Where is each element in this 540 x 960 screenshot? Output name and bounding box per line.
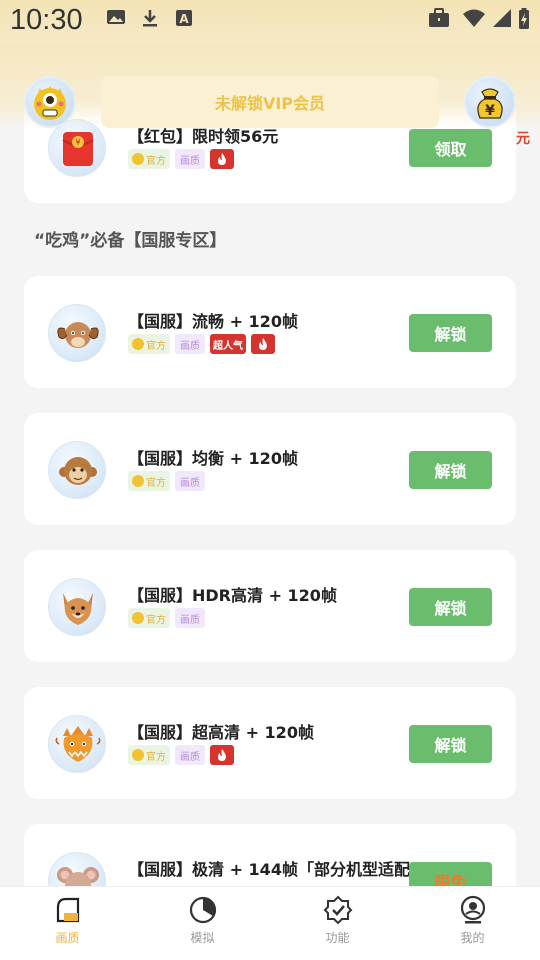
- tag-row: 官方 画质: [128, 745, 234, 765]
- card-title: 【国服】超高清 + 120帧: [128, 723, 314, 742]
- nav-item-quality[interactable]: 画质: [0, 887, 135, 960]
- nav-label: 我的: [460, 931, 485, 945]
- dog-icon: [63, 593, 93, 625]
- quality-tag: 画质: [175, 149, 205, 169]
- official-tag-label: 官方: [146, 477, 166, 489]
- official-badge-icon: [132, 475, 144, 487]
- ram-icon: [57, 322, 99, 348]
- unlock-button[interactable]: 解锁: [409, 451, 492, 489]
- svg-text:¥: ¥: [485, 103, 495, 119]
- monkey-icon-wrap: [48, 441, 106, 499]
- card-title: 【国服】HDR高清 + 120帧: [128, 586, 337, 605]
- section-title: “吃鸡”必备【国服专区】: [34, 231, 227, 251]
- flame-icon: [218, 153, 226, 165]
- official-tag-label: 官方: [146, 614, 166, 626]
- nav-item-functions[interactable]: 功能: [270, 887, 405, 960]
- official-badge-icon: [132, 338, 144, 350]
- popular-tag: 超人气: [210, 334, 246, 354]
- nav-item-mine[interactable]: 我的: [405, 887, 540, 960]
- signal-icon: [493, 9, 511, 27]
- official-badge-icon: [132, 153, 144, 165]
- mascot-icon: [34, 86, 66, 120]
- dog-icon-wrap: [48, 578, 106, 636]
- vip-banner[interactable]: 未解锁VIP会员: [101, 76, 439, 128]
- svg-text:A: A: [179, 12, 189, 26]
- money-bag-icon: ¥: [477, 88, 503, 119]
- official-tag: 官方: [128, 608, 170, 628]
- flame-icon: [218, 749, 226, 761]
- preset-card[interactable]: 【国服】超高清 + 120帧 官方 画质 解锁: [24, 687, 516, 799]
- official-tag: 官方: [128, 334, 170, 354]
- official-tag: 官方: [128, 149, 170, 169]
- card-title: 【国服】极清 + 144帧「部分机型适配」: [128, 860, 426, 879]
- nav-label: 模拟: [190, 931, 215, 945]
- monkey-icon: [59, 457, 97, 485]
- quality-icon: [56, 897, 79, 923]
- battery-icon: [519, 8, 529, 29]
- unlock-button[interactable]: 解锁: [409, 314, 492, 352]
- quality-tag: 画质: [175, 471, 205, 491]
- preset-card[interactable]: 【国服】流畅 + 120帧 官方 画质 超人气 解锁: [24, 276, 516, 388]
- preset-card[interactable]: 【国服】HDR高清 + 120帧 官方 画质 解锁: [24, 550, 516, 662]
- unlock-button[interactable]: 解锁: [409, 725, 492, 763]
- quality-tag: 画质: [175, 608, 205, 628]
- card-title: 【国服】均衡 + 120帧: [128, 449, 298, 468]
- official-tag: 官方: [128, 745, 170, 765]
- avatar[interactable]: [24, 76, 76, 128]
- dragon-icon: [55, 726, 101, 762]
- tag-row: 官方 画质 超人气: [128, 334, 275, 354]
- ram-icon-wrap: [48, 304, 106, 362]
- official-tag-label: 官方: [146, 155, 166, 167]
- official-tag: 官方: [128, 471, 170, 491]
- svg-text:¥: ¥: [75, 138, 80, 147]
- money-bag-button[interactable]: ¥: [464, 76, 516, 128]
- hot-tag: [210, 149, 234, 169]
- hot-tag: [210, 745, 234, 765]
- vip-status-text: 未解锁VIP会员: [214, 94, 326, 113]
- tag-row: 官方 画质: [128, 149, 234, 169]
- official-tag-label: 官方: [146, 751, 166, 763]
- hot-tag: [251, 334, 275, 354]
- header: 未解锁VIP会员 ¥: [0, 74, 540, 130]
- bottom-nav: 画质 模拟 功能 我的: [0, 886, 540, 960]
- dragon-icon-wrap: [48, 715, 106, 773]
- official-badge-icon: [132, 749, 144, 761]
- status-time: 10:30: [10, 4, 83, 36]
- yuan-suffix-text: 元: [516, 131, 530, 147]
- nav-label: 功能: [325, 931, 350, 945]
- official-tag-label: 官方: [146, 340, 166, 352]
- card-title: 【国服】流畅 + 120帧: [128, 312, 298, 331]
- download-icon: [143, 10, 157, 27]
- preset-card[interactable]: 【国服】均衡 + 120帧 官方 画质 解锁: [24, 413, 516, 525]
- badge-icon: [323, 895, 352, 925]
- claim-button[interactable]: 领取: [409, 129, 492, 167]
- font-icon: A: [176, 10, 192, 26]
- quality-tag: 画质: [175, 334, 205, 354]
- image-icon: [107, 10, 125, 24]
- flame-icon: [259, 338, 267, 350]
- profile-icon: [460, 895, 485, 924]
- status-bar: 10:30 A: [0, 0, 540, 44]
- nav-label: 画质: [55, 931, 80, 945]
- chart-icon: [189, 896, 216, 924]
- nav-item-simulate[interactable]: 模拟: [135, 887, 270, 960]
- wifi-icon: [463, 9, 485, 27]
- unlock-button[interactable]: 解锁: [409, 588, 492, 626]
- tag-row: 官方 画质: [128, 471, 205, 491]
- quality-tag: 画质: [175, 745, 205, 765]
- work-icon: [429, 8, 449, 27]
- official-badge-icon: [132, 612, 144, 624]
- tag-row: 官方 画质: [128, 608, 205, 628]
